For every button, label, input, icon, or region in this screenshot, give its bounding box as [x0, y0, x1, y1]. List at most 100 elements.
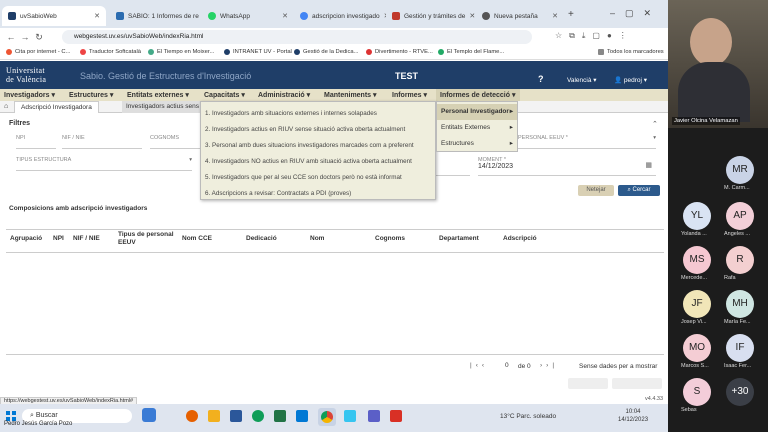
bookmark-item[interactable]: Traductor Softcatalà [80, 49, 141, 55]
report-item-5[interactable]: 5. Investigadors que per al seu CCE son … [205, 174, 433, 181]
participant-avatar[interactable]: S [683, 378, 711, 406]
participant-avatar[interactable]: MH [726, 290, 754, 318]
app-icon[interactable] [344, 410, 356, 422]
excel-icon[interactable] [274, 410, 286, 422]
close-tab-icon[interactable]: ✕ [548, 12, 558, 20]
submenu-estructures[interactable]: Estructures ▸ [437, 136, 517, 152]
menu-investigadors[interactable]: Investigadors ▾ [4, 91, 55, 99]
pager-first-prev-icons[interactable]: |‹‹ [470, 362, 488, 369]
submenu-entitats-externes[interactable]: Entitats Externes ▸ [437, 120, 517, 136]
more-participants-button[interactable]: +30 [726, 378, 754, 406]
app-icon[interactable] [142, 408, 156, 422]
user-menu[interactable]: 👤 pedroj ▾ [614, 76, 647, 84]
clock[interactable]: 10:04 14/12/2023 [618, 408, 648, 424]
bookmark-item[interactable]: Cita por internet - C... [6, 49, 70, 55]
tipus-estructura-select[interactable]: TIPUS ESTRUCTURA ▾ [16, 157, 192, 171]
app-icon[interactable] [296, 410, 308, 422]
cognoms-field[interactable]: COGNOMS [150, 135, 200, 149]
app-icon[interactable] [252, 410, 264, 422]
moment-date-field[interactable]: MOMENT * 14/12/2023 ▦ [478, 157, 656, 176]
close-tab-icon[interactable]: ✕ [465, 12, 475, 20]
menu-informes-deteccio[interactable]: Informes de detecció ▾ [436, 89, 520, 101]
participant-avatar[interactable]: IF [726, 334, 754, 362]
teams-icon[interactable] [368, 410, 380, 422]
browser-tab-gestion[interactable]: Gestión y trámites de ✕ [386, 6, 476, 26]
participant-avatar[interactable]: JF [683, 290, 711, 318]
participant-avatar[interactable]: MS [683, 246, 711, 274]
hidden-field[interactable] [436, 157, 470, 176]
clear-button[interactable]: Netejar [578, 185, 614, 196]
menu-manteniments[interactable]: Manteniments ▾ [324, 91, 377, 99]
column-header[interactable]: Agrupació [10, 235, 42, 242]
column-header[interactable]: Adscripció [503, 235, 537, 242]
column-header[interactable]: Departament [439, 235, 479, 242]
weather-widget[interactable]: 13°C Parc. soleado [500, 413, 556, 420]
browser-tab-informes[interactable]: SABIO: 1 Informes de re ✕ [110, 6, 202, 26]
column-header[interactable]: Tipus de personal EEUV [118, 231, 178, 247]
menu-informes[interactable]: Informes ▾ [392, 91, 427, 99]
bookmark-item[interactable]: INTRANET UV - Portal [224, 49, 292, 55]
column-header[interactable]: Nom CCE [182, 235, 212, 242]
report-item-6[interactable]: 6. Adscripcions a revisar: Contractats a… [205, 190, 433, 197]
menu-entitats-externes[interactable]: Entitats externes ▾ [127, 91, 189, 99]
bookmark-item[interactable]: El Tiempo en Moixer... [148, 49, 214, 55]
nif-field[interactable]: NIF / NIE [62, 135, 142, 149]
participant-avatar[interactable]: YL [683, 202, 711, 230]
new-tab-button[interactable]: + [568, 9, 574, 20]
browser-tab-whatsapp[interactable]: WhatsApp ✕ [202, 6, 294, 26]
address-bar[interactable]: webgestest.uv.es/uvSabioWeb/indexRia.htm… [62, 30, 532, 44]
column-header[interactable]: Dedicació [246, 235, 277, 242]
menu-estructures[interactable]: Estructures ▾ [69, 91, 113, 99]
back-icon[interactable]: ← [4, 32, 18, 42]
column-header[interactable]: Nom [310, 235, 324, 242]
word-icon[interactable] [230, 410, 242, 422]
report-item-4[interactable]: 4. Investigadors NO actius en RIUV amb s… [205, 158, 433, 165]
windows-start-icon[interactable] [6, 411, 16, 421]
calendar-icon[interactable]: ▦ [645, 161, 652, 169]
bookmark-item[interactable]: Divertimento - RTVE... [366, 49, 433, 55]
toolbar-actions[interactable]: ☆⧉⤓▢●⋮ [555, 31, 634, 41]
menu-administracio[interactable]: Administració ▾ [258, 91, 310, 99]
report-item-2[interactable]: 2. Investigadors actius en RIUV sense si… [205, 126, 433, 133]
menu-capacitats[interactable]: Capacitats ▾ [204, 91, 245, 99]
close-tab-icon[interactable]: ✕ [278, 12, 288, 20]
reload-icon[interactable]: ↻ [32, 32, 46, 43]
search-button[interactable]: ⌕ Cercar [618, 185, 660, 196]
close-tab-icon[interactable]: ✕ [90, 12, 100, 20]
tab-adscripcio[interactable]: Adscripció Investigadora [14, 101, 99, 113]
tab-investigadors-actius[interactable]: Investigadors actius sens [122, 101, 202, 113]
pager-page[interactable]: 0 [505, 362, 509, 369]
report-item-3[interactable]: 3. Personal amb dues situacions investig… [205, 142, 433, 149]
folder-icon[interactable] [208, 410, 220, 422]
bookmark-item[interactable]: El Templo del Flame... [438, 49, 504, 55]
bookmark-item[interactable]: Gestió de la Dedica... [294, 49, 358, 55]
column-header[interactable]: Cognoms [375, 235, 405, 242]
participant-avatar[interactable]: MO [683, 334, 711, 362]
browser-tab-google[interactable]: adscripcion investigado ✕ [294, 6, 386, 26]
column-header[interactable]: NIF / NIE [73, 235, 100, 242]
browser-tab-sabio[interactable]: uvSabioWeb ✕ [2, 6, 106, 26]
npi-field[interactable]: NPI [16, 135, 56, 149]
disabled-button[interactable] [568, 378, 608, 389]
acrobat-icon[interactable] [390, 410, 402, 422]
browser-tab-new[interactable]: Nueva pestaña ✕ [476, 6, 564, 26]
forward-icon[interactable]: → [18, 32, 32, 42]
column-header[interactable]: NPI [53, 235, 64, 242]
participant-avatar[interactable]: AP [726, 202, 754, 230]
participant-avatar[interactable]: R [726, 246, 754, 274]
university-logo[interactable]: Universitat de València [6, 66, 46, 84]
window-controls[interactable]: –▢✕ [610, 8, 661, 19]
report-item-1[interactable]: 1. Investigadors amb situacions externes… [205, 110, 433, 117]
help-icon[interactable]: ? [538, 74, 544, 84]
personal-eeuv-select[interactable]: PERSONAL EEUV * ▾ [518, 135, 656, 149]
disabled-button[interactable] [612, 378, 662, 389]
participant-avatar[interactable]: MR [726, 156, 754, 184]
language-selector[interactable]: Valencià ▾ [567, 76, 597, 84]
chrome-taskbar-button[interactable] [318, 408, 336, 426]
submenu-personal-investigador[interactable]: Personal Investigador ▸ [437, 104, 517, 120]
all-bookmarks-folder[interactable]: Todos los marcadores [598, 49, 664, 55]
collapse-chevron-icon[interactable]: ⌃ [652, 120, 658, 128]
home-icon[interactable]: ⌂ [4, 103, 8, 110]
pager-next-last-icons[interactable]: ››| [540, 362, 558, 369]
firefox-icon[interactable] [186, 410, 198, 422]
